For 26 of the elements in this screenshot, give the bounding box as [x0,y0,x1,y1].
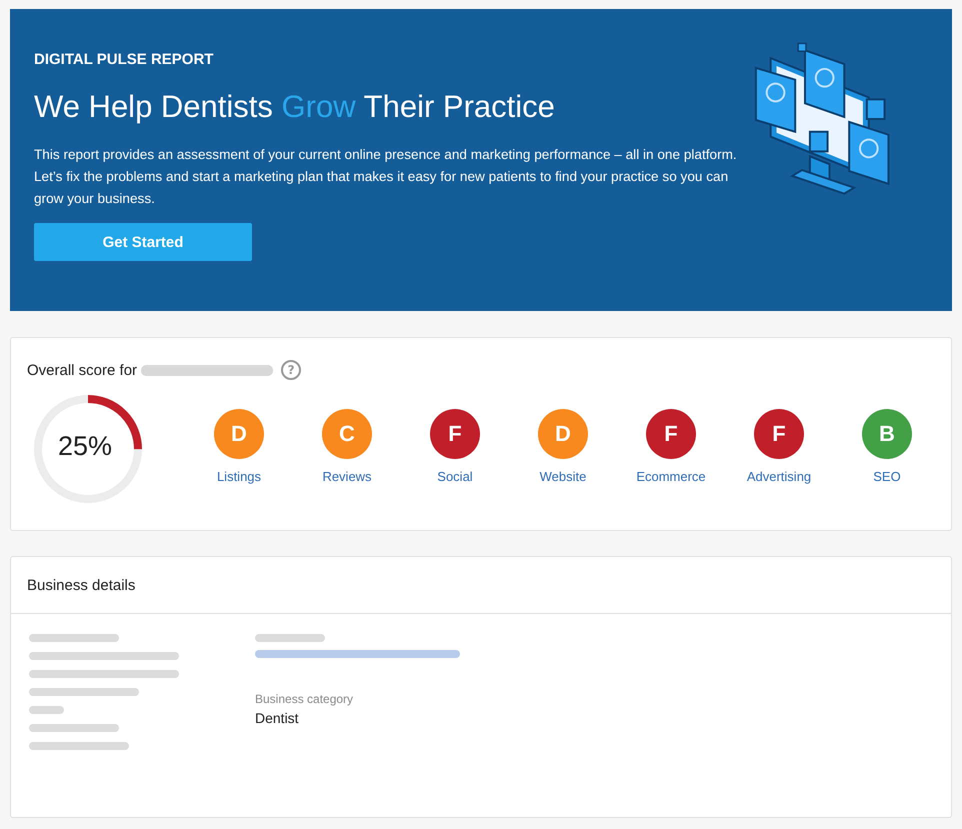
category-link[interactable]: Advertising [746,468,812,484]
report-label: DIGITAL PULSE REPORT [34,51,214,68]
grade-badge: F [646,408,696,458]
headline: We Help Dentists Grow Their Practice [34,89,556,125]
help-icon[interactable]: ? [281,360,302,380]
section-title: Business details [11,557,951,614]
score-percent: 25% [58,431,112,462]
grade-badge: B [862,408,912,458]
grade-badge: D [538,408,588,458]
score-title-text: Overall score for [27,362,138,378]
category-link[interactable]: Ecommerce [636,468,706,484]
grade-badge: F [430,408,480,458]
field-value: Dentist [255,710,300,726]
grade-badge: F [754,408,804,458]
category-link[interactable]: Website [540,468,586,484]
field-label: Business category [255,692,354,706]
description-text: This report provides an assessment of your current online presence and marketing performance – all in one platform. Let’s fix the problems and start a marketing plan that makes it easy for new patients to find your practice so you can grow your business. [34,146,738,208]
redacted-text [255,634,325,642]
category-link[interactable]: SEO [873,468,901,484]
category-link[interactable]: Listings [216,468,262,484]
grade-badge: D [214,408,264,458]
category-link[interactable]: Reviews [322,468,372,484]
redacted-text [29,706,64,714]
grade-badge: C [322,408,372,458]
get-started-button[interactable]: Get Started [34,223,252,261]
category-link[interactable]: Social [437,468,473,484]
